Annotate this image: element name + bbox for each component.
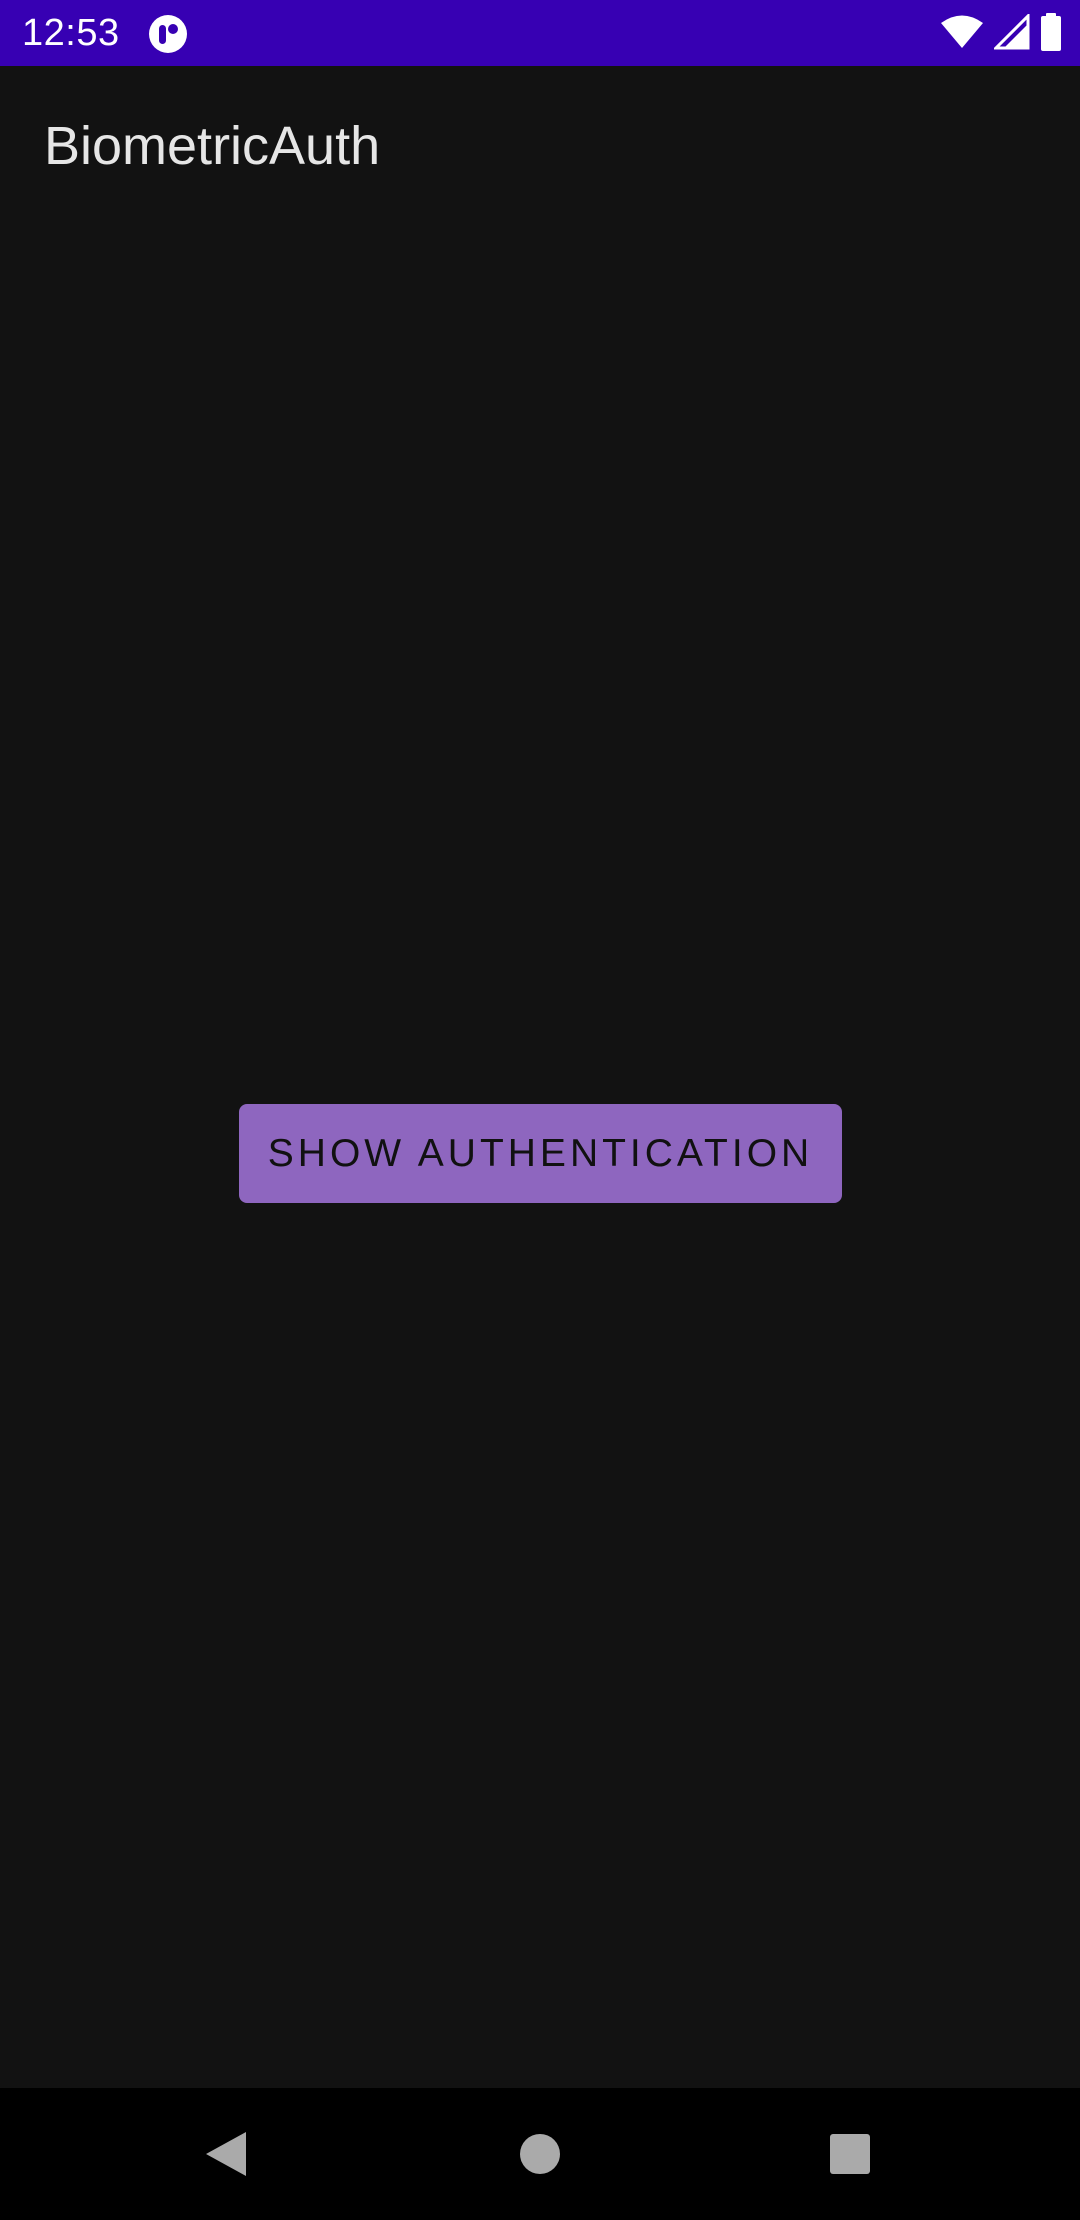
recents-icon[interactable] <box>808 2112 892 2196</box>
status-icons <box>940 11 1062 56</box>
app-notification-icon <box>148 14 188 54</box>
cellular-signal-icon <box>992 11 1030 55</box>
show-authentication-button[interactable]: SHOW AUTHENTICATION <box>239 1104 842 1203</box>
navigation-bar <box>0 2088 1080 2220</box>
wifi-icon <box>940 14 984 55</box>
main-content: SHOW AUTHENTICATION <box>0 226 1080 2088</box>
app-title: BiometricAuth <box>44 116 381 176</box>
battery-icon <box>1040 12 1062 56</box>
app-bar: BiometricAuth <box>0 66 1080 226</box>
status-time: 12:53 <box>22 12 120 54</box>
back-icon[interactable] <box>184 2112 268 2196</box>
home-icon[interactable] <box>498 2112 582 2196</box>
status-bar: 12:53 <box>0 0 1080 66</box>
